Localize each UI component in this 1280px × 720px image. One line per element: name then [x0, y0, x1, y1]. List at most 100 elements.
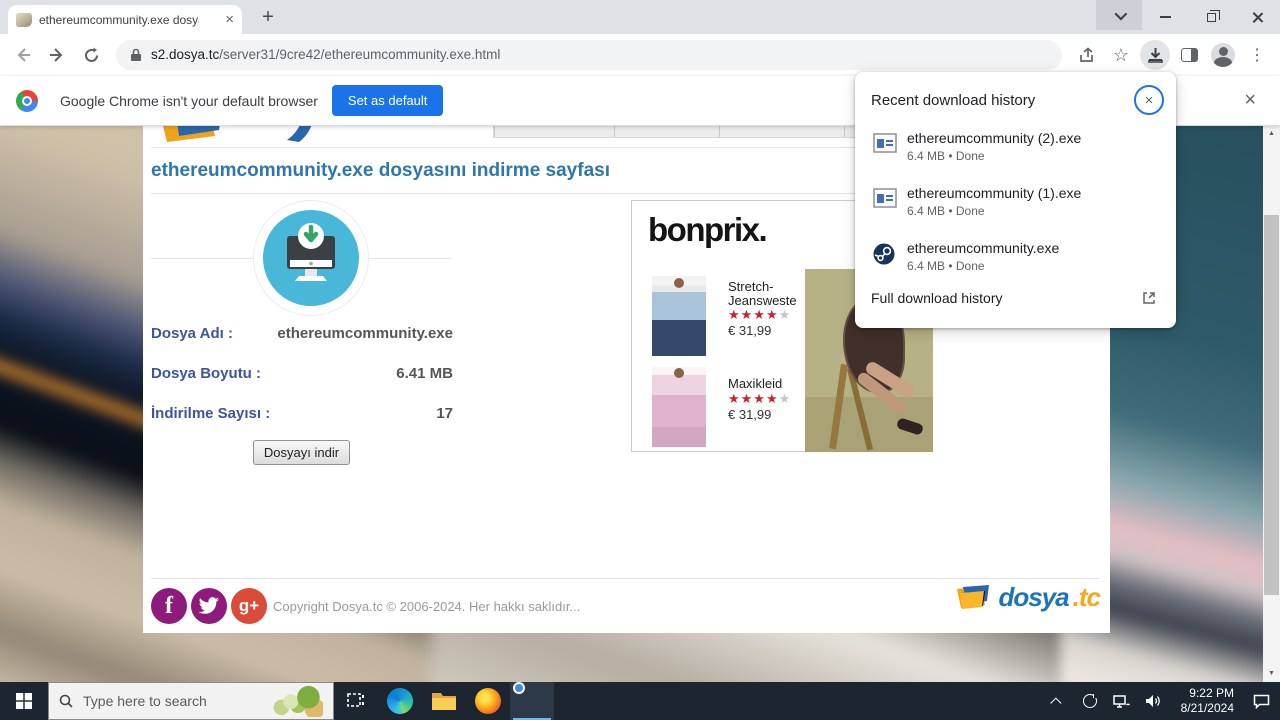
ad-brand-logo: bonprix.	[648, 211, 768, 248]
tab-title: ethereumcommunity.exe dosya	[39, 12, 199, 27]
tab-strip: ethereumcommunity.exe dosya × +	[0, 0, 1280, 34]
share-icon	[1079, 46, 1093, 62]
download-item[interactable]: ethereumcommunity (2).exe 6.4 MB • Done	[855, 130, 1176, 176]
download-icon-ring	[253, 200, 369, 316]
close-window-button[interactable]	[1234, 0, 1280, 34]
download-count-label: İndirilme Sayısı :	[151, 405, 271, 422]
nav-item[interactable]	[614, 126, 719, 137]
reload-icon	[84, 47, 98, 62]
copyright-text: Copyright Dosya.tc © 2006-2024. Her hakk…	[273, 599, 581, 614]
divider	[151, 578, 1100, 579]
tab-close-icon[interactable]: ×	[225, 12, 234, 27]
volume-button[interactable]	[1141, 694, 1167, 708]
forward-arrow-icon	[50, 48, 63, 62]
ad-product-name: Stretch-Jeansweste	[728, 279, 797, 308]
ad-product-info: Stretch-Jeansweste ★★★★★ € 31,99	[728, 279, 808, 339]
share-button[interactable]	[1072, 40, 1102, 70]
download-item-name: ethereumcommunity (1).exe	[907, 185, 1082, 201]
twitter-icon[interactable]	[191, 588, 227, 624]
file-size-label: Dosya Boyutu :	[151, 365, 262, 382]
set-as-default-button[interactable]: Set as default	[331, 85, 444, 116]
tray-app-button[interactable]	[1077, 694, 1103, 708]
bookmark-button[interactable]: ☆	[1106, 40, 1136, 70]
reload-button[interactable]	[76, 40, 106, 70]
forward-button[interactable]	[42, 40, 72, 70]
minimize-icon	[1159, 16, 1171, 18]
chrome-logo-icon	[16, 89, 38, 112]
external-link-icon[interactable]	[1142, 291, 1156, 305]
nav-item[interactable]	[494, 126, 614, 137]
kebab-menu-icon: ⋮	[1249, 47, 1265, 64]
scrollbar-thumb[interactable]	[1264, 215, 1279, 595]
downloads-button[interactable]	[1140, 40, 1170, 70]
browser-tab[interactable]: ethereumcommunity.exe dosya ×	[8, 5, 242, 34]
logo-tld: .tc	[1072, 581, 1101, 612]
download-item[interactable]: ethereumcommunity.exe 6.4 MB • Done	[855, 240, 1176, 286]
infobar-close-icon[interactable]: ×	[1244, 89, 1264, 112]
lock-icon	[131, 48, 141, 61]
side-panel-button[interactable]	[1174, 40, 1204, 70]
edge-icon	[387, 688, 413, 714]
file-size-value: 6.41 MB	[396, 365, 453, 382]
side-panel-icon	[1180, 48, 1198, 62]
download-item[interactable]: ethereumcommunity (1).exe 6.4 MB • Done	[855, 185, 1176, 231]
download-file-button[interactable]: Dosyayı indir	[253, 440, 350, 465]
site-logo-partial	[149, 126, 379, 159]
clock-date: 8/21/2024	[1180, 701, 1234, 715]
browser-toolbar: s2.dosya.tc/server31/9cre42/ethereumcomm…	[0, 34, 1280, 76]
taskbar-search[interactable]: Type here to search	[48, 682, 334, 720]
rating-stars: ★★★★★	[728, 307, 792, 323]
file-size-row: Dosya Boyutu : 6.41 MB	[151, 365, 453, 385]
back-button[interactable]	[8, 40, 38, 70]
windows-logo-icon	[16, 693, 32, 709]
new-tab-button[interactable]: +	[254, 4, 282, 32]
start-button[interactable]	[0, 682, 48, 720]
download-count-row: İndirilme Sayısı : 17	[151, 405, 453, 425]
firefox-button[interactable]	[466, 682, 510, 720]
steam-icon	[873, 243, 895, 270]
window-controls	[1096, 0, 1280, 34]
download-item-name: ethereumcommunity (2).exe	[907, 130, 1082, 146]
task-view-button[interactable]	[334, 682, 378, 720]
scroll-up-arrow[interactable]: ▲	[1263, 126, 1280, 142]
full-history-link[interactable]: Full download history	[871, 290, 1003, 306]
close-icon	[1251, 11, 1264, 24]
logo-name: dosya	[998, 581, 1070, 612]
rating-stars: ★★★★★	[728, 390, 792, 406]
system-tray: 9:22 PM 8/21/2024	[1045, 682, 1280, 720]
download-item-name: ethereumcommunity.exe	[907, 240, 1060, 256]
file-explorer-button[interactable]	[422, 682, 466, 720]
network-button[interactable]	[1109, 694, 1135, 709]
popup-close-button[interactable]: ×	[1134, 85, 1164, 115]
download-history-popup: Recent download history × ethereumcommun…	[855, 72, 1176, 328]
chevron-up-icon	[1049, 697, 1062, 709]
exe-window-icon	[873, 133, 897, 158]
action-center-button[interactable]	[1248, 694, 1274, 709]
facebook-icon[interactable]: f	[151, 588, 187, 624]
nav-item[interactable]	[719, 126, 844, 137]
scroll-down-arrow[interactable]: ▼	[1263, 666, 1280, 682]
edge-button[interactable]	[378, 682, 422, 720]
site-footer-logo[interactable]: dosya .tc	[955, 581, 1101, 613]
close-icon: ×	[1144, 91, 1154, 109]
menu-button[interactable]: ⋮	[1242, 40, 1272, 70]
file-name-label: Dosya Adı :	[151, 325, 233, 342]
profile-button[interactable]	[1208, 40, 1238, 70]
taskbar-clock[interactable]: 9:22 PM 8/21/2024	[1173, 686, 1242, 716]
popup-title: Recent download history	[871, 91, 1036, 109]
address-bar[interactable]: s2.dosya.tc/server31/9cre42/ethereumcomm…	[116, 40, 1062, 70]
tab-search-button[interactable]	[1096, 0, 1142, 30]
speaker-icon	[1146, 695, 1161, 707]
toolbar-actions: ☆ ⋮	[1072, 40, 1272, 70]
download-item-meta: 6.4 MB • Done	[907, 259, 985, 273]
chrome-button[interactable]	[510, 682, 554, 720]
ad-product-info: Maxikleid ★★★★★ € 31,99	[728, 377, 808, 422]
minimize-button[interactable]	[1142, 0, 1188, 34]
file-explorer-icon	[432, 693, 456, 710]
chevron-down-icon	[1114, 7, 1127, 20]
tray-expand-button[interactable]	[1045, 697, 1071, 709]
restore-button[interactable]	[1188, 0, 1234, 34]
download-item-meta: 6.4 MB • Done	[907, 149, 985, 163]
page-scrollbar[interactable]: ▲ ▼	[1263, 126, 1280, 682]
googleplus-icon[interactable]: g+	[231, 588, 267, 624]
